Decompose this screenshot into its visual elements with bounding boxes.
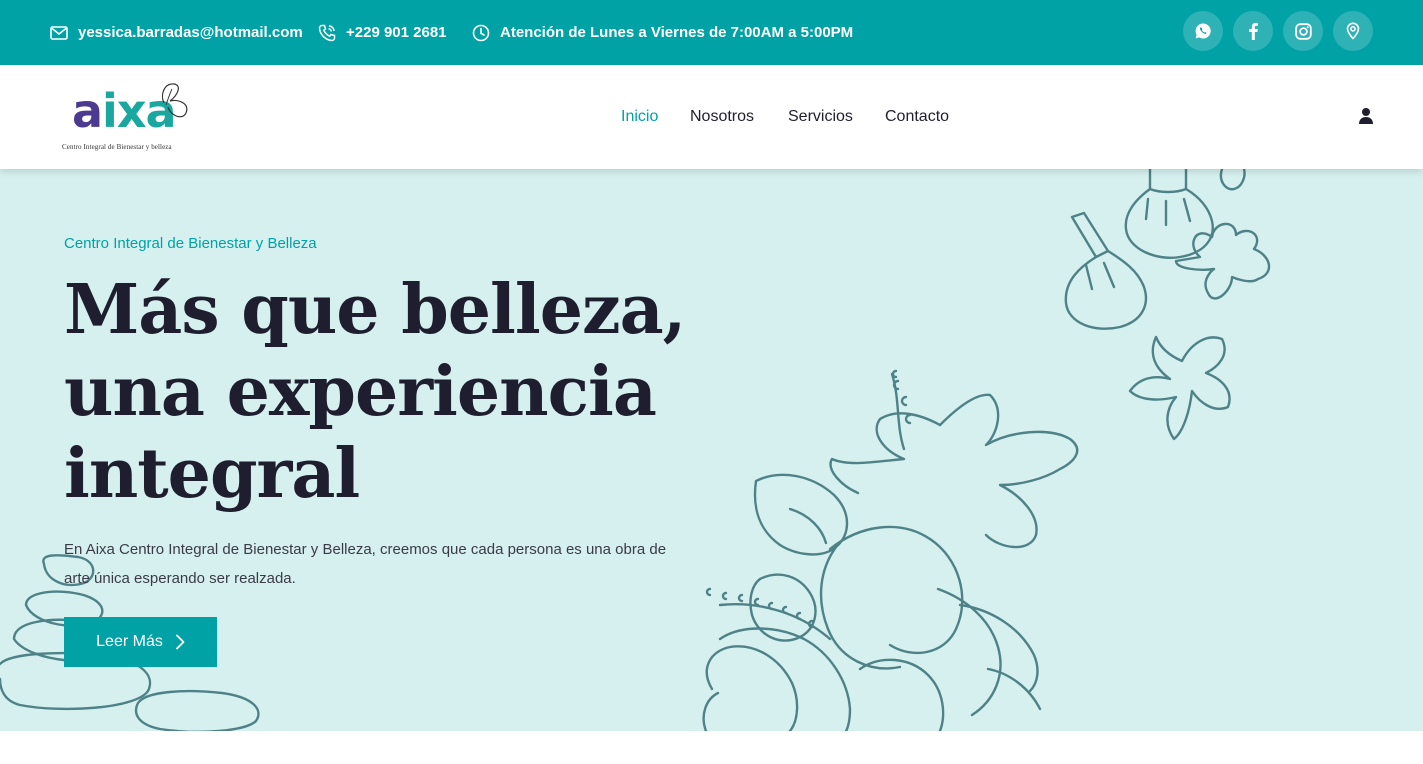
facebook-icon (1249, 22, 1258, 40)
contact-email[interactable]: yessica.barradas@hotmail.com (49, 0, 303, 65)
main-header: aixa Centro Integral de Bienestar y bell… (0, 65, 1423, 169)
nav-item-contacto[interactable]: Contacto (885, 65, 949, 169)
hours-text: Atención de Lunes a Viernes de 7:00AM a … (500, 24, 854, 41)
location-icon (1346, 22, 1360, 40)
hero-description: En Aixa Centro Integral de Bienestar y B… (64, 541, 667, 587)
headline-line-2: una experiencia (64, 352, 657, 432)
contact-phone[interactable]: +229 901 2681 (317, 0, 447, 65)
user-account-icon[interactable] (1356, 106, 1376, 126)
headline-line-3: integral (64, 434, 360, 514)
hero-eyebrow: Centro Integral de Bienestar y Belleza (64, 235, 317, 252)
top-bar: yessica.barradas@hotmail.com +229 901 26… (0, 0, 1423, 65)
contact-hours: Atención de Lunes a Viernes de 7:00AM a … (471, 0, 853, 65)
nav-item-nosotros[interactable]: Nosotros (690, 65, 754, 169)
nav-item-inicio[interactable]: Inicio (621, 65, 658, 169)
phone-text: +229 901 2681 (346, 24, 447, 41)
whatsapp-icon (1195, 23, 1211, 39)
nav-item-servicios[interactable]: Servicios (788, 65, 853, 169)
chevron-right-icon (175, 634, 185, 650)
email-text: yessica.barradas@hotmail.com (78, 24, 303, 41)
butterfly-icon (161, 83, 188, 118)
location-button[interactable] (1333, 11, 1373, 51)
logo[interactable]: aixa Centro Integral de Bienestar y bell… (60, 79, 195, 155)
instagram-icon (1294, 22, 1312, 40)
hero-headline: Más que belleza, una experiencia integra… (64, 269, 704, 515)
headline-line-1: Más que belleza, (64, 270, 686, 350)
facebook-button[interactable] (1233, 11, 1273, 51)
page-content-below (0, 731, 1423, 764)
read-more-label: Leer Más (96, 633, 163, 650)
instagram-button[interactable] (1283, 11, 1323, 51)
mail-icon (49, 23, 69, 43)
phone-icon (317, 23, 337, 43)
logo-subtitle: Centro Integral de Bienestar y belleza (62, 143, 172, 151)
whatsapp-button[interactable] (1183, 11, 1223, 51)
read-more-button[interactable]: Leer Más (64, 617, 217, 667)
clock-icon (471, 23, 491, 43)
hero-section: Centro Integral de Bienestar y Belleza M… (0, 169, 1423, 731)
